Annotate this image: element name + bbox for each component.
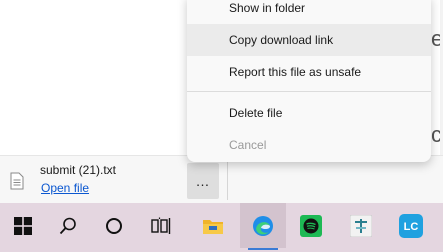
menu-item-label: Copy download link — [229, 33, 334, 47]
menu-separator — [187, 91, 431, 92]
open-file-link[interactable]: Open file — [41, 181, 89, 195]
download-bar: submit (21).txt Open file … — [0, 155, 443, 204]
cortana-button[interactable] — [91, 203, 137, 248]
menu-item-show-in-folder[interactable]: Show in folder — [187, 0, 431, 24]
menu-item-label: Cancel — [229, 138, 267, 152]
menu-item-copy-download-link[interactable]: Copy download link — [187, 24, 431, 56]
more-actions-button[interactable]: … — [187, 163, 219, 199]
search-button[interactable] — [45, 203, 91, 248]
app-icon — [350, 214, 372, 237]
task-view-icon — [151, 217, 171, 234]
file-explorer-icon — [203, 219, 223, 234]
text-file-icon — [10, 172, 24, 190]
spotify-button[interactable] — [288, 203, 334, 248]
active-indicator — [248, 248, 278, 250]
windows-start-icon — [14, 216, 32, 235]
menu-item-label: Show in folder — [229, 1, 306, 15]
start-button[interactable] — [0, 203, 46, 248]
cortana-icon — [106, 217, 122, 234]
menu-item-label: Delete file — [229, 106, 283, 120]
search-icon — [59, 217, 76, 234]
edge-icon — [253, 215, 273, 236]
menu-item-report-unsafe[interactable]: Report this file as unsafe — [187, 56, 431, 88]
lc-app-icon: LC — [399, 213, 423, 238]
edge-button[interactable] — [240, 203, 286, 250]
task-view-button[interactable] — [138, 203, 184, 248]
lc-app-button[interactable]: LC — [388, 203, 434, 248]
lc-app-label: LC — [404, 221, 419, 233]
taskbar: LC — [0, 203, 443, 252]
app-button[interactable] — [338, 203, 384, 248]
download-file-name: submit (21).txt — [40, 163, 117, 177]
menu-item-cancel: Cancel — [187, 129, 431, 161]
menu-item-label: Report this file as unsafe — [229, 65, 362, 79]
divider — [227, 160, 228, 200]
file-explorer-button[interactable] — [190, 203, 236, 248]
menu-item-delete-file[interactable]: Delete file — [187, 97, 431, 129]
download-context-menu: Show in folder Copy download link Report… — [187, 0, 431, 162]
spotify-icon — [300, 214, 322, 237]
